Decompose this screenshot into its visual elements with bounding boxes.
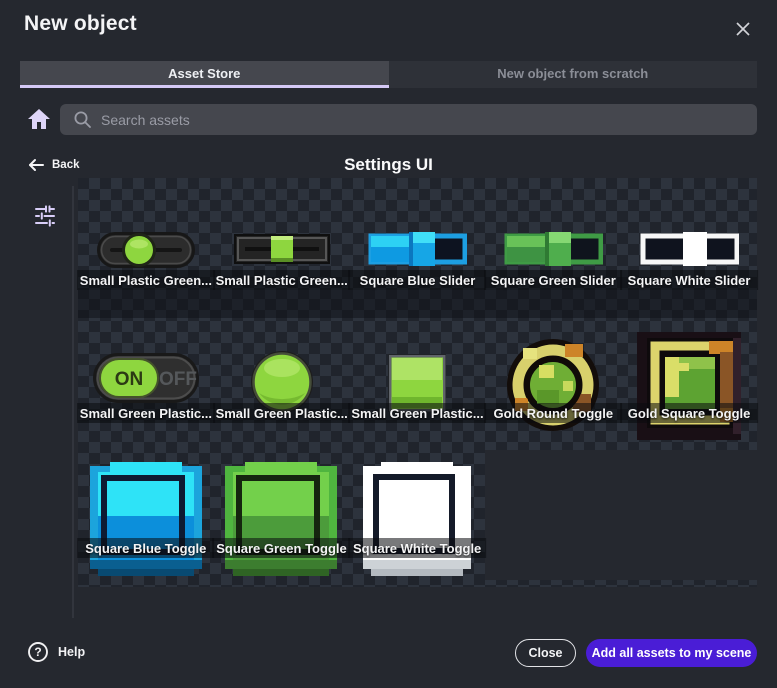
filters-divider — [72, 186, 74, 618]
asset-title: Small Plastic Green... — [77, 270, 215, 290]
tab-new-object-from-scratch[interactable]: New object from scratch — [389, 61, 758, 88]
asset-tile-small-green-plastic-round-button[interactable]: Small Green Plastic... — [214, 318, 350, 450]
grid-empty-area — [485, 450, 757, 580]
square-white-toggle-thumb — [363, 462, 471, 576]
asset-grid: Small Plastic Green... Small Plastic Gre… — [78, 178, 757, 587]
square-blue-toggle-thumb — [90, 462, 202, 576]
asset-title: Small Green Plastic... — [213, 403, 351, 423]
asset-tile-small-green-plastic-square-button[interactable]: Small Green Plastic... — [350, 318, 486, 450]
asset-tile-gold-square-toggle[interactable]: Gold Square Toggle — [621, 318, 757, 450]
square-green-slider-thumb — [503, 230, 603, 268]
asset-tile-gold-round-toggle[interactable]: Gold Round Toggle — [485, 318, 621, 450]
toggle-on-text: ON — [115, 369, 144, 390]
home-icon — [27, 107, 51, 131]
asset-tile-small-green-plastic-toggle[interactable]: ON OFF Small Green Plastic... — [78, 318, 214, 450]
search-input[interactable] — [60, 104, 757, 135]
asset-title: Gold Square Toggle — [620, 403, 758, 423]
asset-title: Square Green Slider — [484, 270, 622, 290]
dialog-tabs: Asset Store New object from scratch — [20, 61, 757, 88]
asset-row-3: Square Blue Toggle Square Green Toggle — [78, 450, 485, 587]
asset-title: Square White Slider — [620, 270, 758, 290]
asset-title: Small Green Plastic... — [77, 403, 215, 423]
toggle-off-text: OFF — [159, 369, 197, 390]
gold-square-toggle-thumb — [637, 332, 741, 440]
asset-tile-square-green-slider[interactable]: Square Green Slider — [485, 178, 621, 290]
pill-slider-green-thumb — [97, 230, 195, 270]
close-button[interactable]: Close — [515, 639, 576, 667]
asset-tile-square-blue-slider[interactable]: Square Blue Slider — [350, 178, 486, 290]
asset-tile-square-green-toggle[interactable]: Square Green Toggle — [214, 450, 350, 587]
on-off-toggle-green-thumb: ON OFF — [92, 351, 200, 405]
square-blue-slider-thumb — [367, 230, 467, 268]
asset-title: Square Blue Toggle — [77, 538, 215, 558]
asset-title: Square Blue Slider — [349, 270, 487, 290]
square-white-slider-thumb — [639, 230, 739, 268]
asset-title: Gold Round Toggle — [484, 403, 622, 423]
asset-title: Square Green Toggle — [213, 538, 351, 558]
square-green-toggle-thumb — [225, 462, 337, 576]
asset-row-2: ON OFF Small Green Plastic... Small Gree… — [78, 318, 757, 450]
help-icon: ? — [27, 641, 49, 663]
asset-title: Square White Toggle — [348, 538, 486, 558]
asset-tile-square-white-toggle[interactable]: Square White Toggle — [349, 450, 485, 587]
row-gap-shade — [78, 290, 757, 318]
category-title: Settings UI — [0, 155, 777, 175]
svg-text:?: ? — [34, 645, 41, 659]
filter-tune-icon — [33, 203, 57, 227]
close-icon — [735, 21, 751, 37]
close-dialog-button[interactable] — [731, 17, 755, 41]
help-button[interactable]: ? Help — [27, 641, 85, 663]
asset-tile-small-plastic-green-slider-pill[interactable]: Small Plastic Green... — [78, 178, 214, 290]
asset-row-1: Small Plastic Green... Small Plastic Gre… — [78, 178, 757, 290]
asset-title: Small Plastic Green... — [213, 270, 351, 290]
filter-button[interactable] — [33, 203, 57, 227]
home-button[interactable] — [27, 107, 51, 131]
asset-tile-square-blue-toggle[interactable]: Square Blue Toggle — [78, 450, 214, 587]
tab-asset-store[interactable]: Asset Store — [20, 61, 389, 88]
asset-tile-small-plastic-green-slider-rect[interactable]: Small Plastic Green... — [214, 178, 350, 290]
new-object-dialog: New object Asset Store New object from s… — [0, 0, 777, 688]
search-field-wrap — [60, 104, 757, 135]
rect-slider-green-thumb — [233, 230, 331, 268]
help-label: Help — [58, 645, 85, 659]
dialog-title: New object — [24, 12, 137, 36]
asset-title: Small Green Plastic... — [349, 403, 487, 423]
asset-tile-square-white-slider[interactable]: Square White Slider — [621, 178, 757, 290]
add-all-assets-button[interactable]: Add all assets to my scene — [586, 639, 757, 667]
